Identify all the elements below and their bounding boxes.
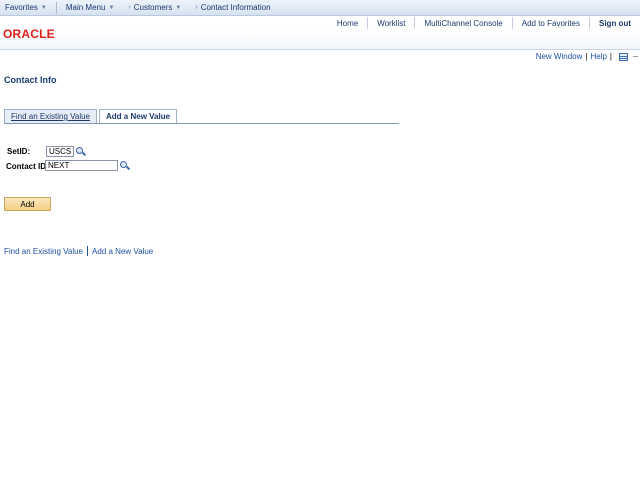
chevron-down-icon: ▼ (108, 4, 115, 11)
link-divider (87, 246, 89, 256)
chevron-down-icon: ▼ (40, 4, 47, 11)
breadcrumb-contact-information[interactable]: › Contact Information (186, 0, 275, 16)
tab-bar: Find an Existing Value Add a New Value (4, 109, 399, 124)
main-menu[interactable]: Main Menu ▼ (61, 0, 120, 16)
breadcrumb-label: Customers (133, 3, 173, 12)
header-links: Home Worklist MultiChannel Console Add t… (328, 16, 640, 30)
favorites-menu[interactable]: Favorites ▼ (0, 0, 52, 16)
chevron-right-icon: › (195, 4, 198, 11)
tab-label: Add a New Value (106, 112, 171, 121)
link-divider: | (585, 52, 588, 61)
setid-field[interactable] (46, 146, 74, 157)
tab-label: Find an Existing Value (11, 112, 91, 121)
utility-links: New Window | Help | (536, 52, 628, 61)
worklist-link[interactable]: Worklist (367, 17, 414, 29)
add-new-value-link[interactable]: Add a New Value (92, 247, 153, 256)
collapse-icon[interactable] (633, 56, 638, 57)
setid-label: SetID: (7, 147, 31, 156)
menu-divider (55, 1, 57, 14)
home-link[interactable]: Home (328, 17, 367, 29)
sign-out-link[interactable]: Sign out (589, 17, 640, 29)
new-window-link[interactable]: New Window (536, 52, 583, 61)
tab-add-new-value[interactable]: Add a New Value (99, 109, 178, 123)
contact-id-field[interactable] (45, 160, 118, 171)
bottom-links: Find an Existing Value Add a New Value (4, 246, 153, 256)
chevron-down-icon: ▼ (175, 4, 182, 11)
chevron-right-icon: › (128, 4, 131, 11)
link-divider: | (609, 52, 612, 61)
main-menu-label: Main Menu (65, 3, 106, 12)
multichannel-console-link[interactable]: MultiChannel Console (414, 17, 511, 29)
oracle-logo: ORACLE (3, 27, 55, 41)
customize-page-icon[interactable] (619, 52, 628, 61)
contact-id-label: Contact ID: (6, 162, 49, 171)
add-to-favorites-link[interactable]: Add to Favorites (511, 17, 589, 29)
find-existing-value-link[interactable]: Find an Existing Value (4, 247, 83, 256)
add-button[interactable]: Add (4, 197, 51, 211)
help-link[interactable]: Help (590, 52, 606, 61)
header: ORACLE Home Worklist MultiChannel Consol… (0, 16, 640, 50)
breadcrumb-customers[interactable]: › Customers ▼ (119, 0, 186, 16)
contact-id-lookup-icon[interactable] (120, 161, 131, 171)
setid-lookup-icon[interactable] (76, 147, 87, 157)
favorites-label: Favorites (5, 3, 38, 12)
breadcrumb-label: Contact Information (200, 3, 271, 12)
menu-bar: Favorites ▼ Main Menu ▼ › Customers ▼ › … (0, 0, 640, 16)
tab-find-existing-value[interactable]: Find an Existing Value (4, 109, 98, 123)
page-title: Contact Info (4, 75, 57, 85)
